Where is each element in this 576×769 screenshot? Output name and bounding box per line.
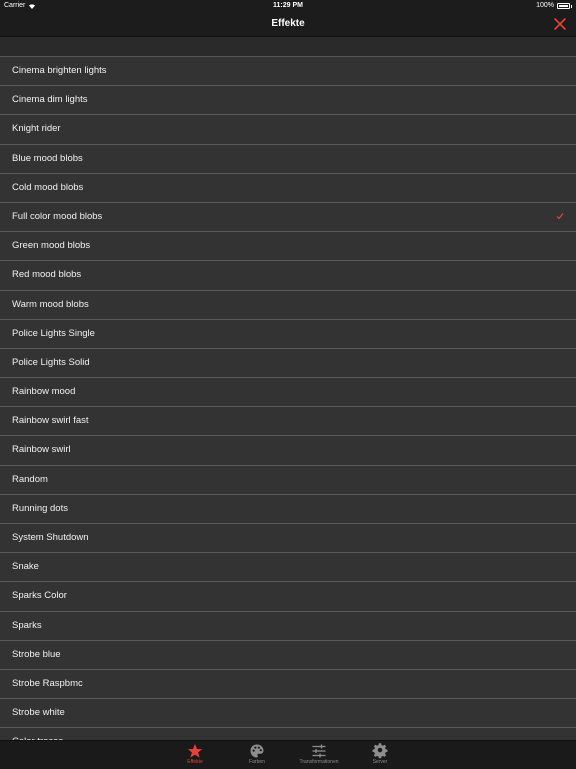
close-button[interactable] <box>552 16 568 32</box>
list-item[interactable]: Full color mood blobs <box>0 203 576 233</box>
list-item[interactable]: Police Lights Solid <box>0 349 576 379</box>
palette-icon <box>227 743 287 759</box>
list-item[interactable]: Sparks Color <box>0 582 576 612</box>
effect-label: Rainbow swirl fast <box>12 415 89 427</box>
list-item[interactable]: Cinema brighten lights <box>0 57 576 87</box>
battery-tip <box>571 4 572 8</box>
effect-label: Random <box>12 473 48 485</box>
effects-list[interactable]: Cinema brighten lights Cinema dim lights K… <box>0 37 576 740</box>
list-item[interactable]: Rainbow swirl <box>0 436 576 466</box>
list-item[interactable]: Snake <box>0 553 576 583</box>
status-bar: Carrier 11:29 PM 100% <box>0 0 576 12</box>
checkmark-icon <box>556 213 564 220</box>
effect-label: Running dots <box>12 502 68 514</box>
effect-label: Sparks <box>12 619 42 631</box>
effect-label: Police Lights Single <box>12 327 95 339</box>
list-item[interactable]: Red mood blobs <box>0 261 576 291</box>
tab-effekte[interactable]: Effekte <box>165 741 225 769</box>
effect-label: Strobe blue <box>12 648 61 660</box>
list-item[interactable]: Rainbow mood <box>0 378 576 408</box>
list-item[interactable]: Knight rider <box>0 115 576 145</box>
effect-label: Snake <box>12 561 39 573</box>
effect-label: Full color mood blobs <box>12 210 103 222</box>
page-title: Effekte <box>271 18 305 29</box>
list-header-spacer <box>0 37 576 57</box>
list-item[interactable]: Strobe blue <box>0 641 576 670</box>
effect-label: Green mood blobs <box>12 240 91 252</box>
list-item[interactable]: Blue mood blobs <box>0 145 576 174</box>
tab-transformationen[interactable]: Transformationen <box>289 741 349 769</box>
status-time: 11:29 PM <box>273 2 303 9</box>
effect-label: Blue mood blobs <box>12 152 83 164</box>
list-item[interactable]: Running dots <box>0 495 576 524</box>
effect-label: Rainbow mood <box>12 386 76 398</box>
list-item[interactable]: Cinema dim lights <box>0 86 576 116</box>
effect-label: Rainbow swirl <box>12 444 71 456</box>
list-item[interactable]: Random <box>0 466 576 495</box>
battery-icon <box>557 3 570 9</box>
tab-label: Transformationen <box>299 759 339 765</box>
list-item[interactable]: Rainbow swirl fast <box>0 407 576 437</box>
list-item[interactable]: Color traces <box>0 728 576 740</box>
gear-icon <box>350 743 410 759</box>
close-icon <box>554 18 566 30</box>
list-item[interactable]: Green mood blobs <box>0 232 576 262</box>
list-item[interactable]: Police Lights Single <box>0 320 576 349</box>
sliders-icon <box>289 743 349 759</box>
list-item[interactable]: Warm mood blobs <box>0 291 576 320</box>
effect-label: Cinema dim lights <box>12 94 88 106</box>
effect-label: Cold mood blobs <box>12 181 84 193</box>
effect-label: Strobe Raspbmc <box>12 677 83 689</box>
tab-label: Server <box>372 759 388 765</box>
effect-label: Red mood blobs <box>12 269 82 281</box>
star-icon <box>165 743 225 759</box>
list-item[interactable]: Strobe Raspbmc <box>0 670 576 700</box>
status-right: 100% <box>536 0 572 12</box>
list-item[interactable]: System Shutdown <box>0 524 576 554</box>
effect-label: Cinema brighten lights <box>12 65 107 76</box>
tab-label: Effekte <box>187 759 203 765</box>
effect-label: Knight rider <box>12 123 61 135</box>
tab-bar: Effekte Farben Transformationen Server <box>0 740 576 769</box>
tab-label: Farben <box>249 759 265 765</box>
tab-farben[interactable]: Farben <box>227 741 287 769</box>
effect-label: Strobe white <box>12 707 65 719</box>
effect-label: System Shutdown <box>12 532 89 543</box>
list-item[interactable]: Strobe white <box>0 699 576 729</box>
effect-label: Sparks Color <box>12 590 67 602</box>
battery-percent: 100% <box>536 2 554 9</box>
effect-label: Warm mood blobs <box>12 298 89 310</box>
tab-server[interactable]: Server <box>350 741 410 769</box>
list-item[interactable]: Sparks <box>0 612 576 641</box>
effect-label: Color traces <box>12 728 63 740</box>
effect-label: Police Lights Solid <box>12 356 90 368</box>
list-item[interactable]: Cold mood blobs <box>0 174 576 203</box>
navigation-bar: Effekte <box>0 12 576 37</box>
